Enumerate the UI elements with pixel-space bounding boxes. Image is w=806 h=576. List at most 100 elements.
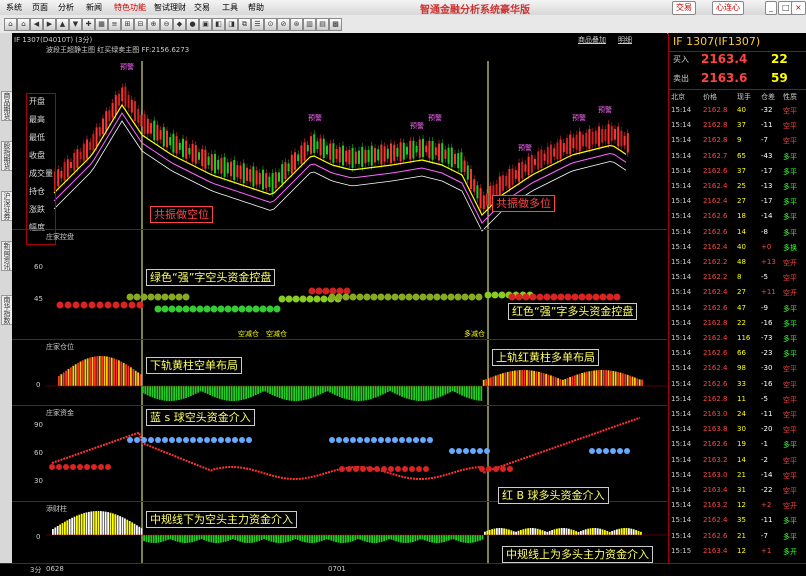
tick-cell: +2 xyxy=(761,501,772,510)
toolbar-icon[interactable]: ⌂ xyxy=(4,18,17,31)
buy-price: 2163.4 xyxy=(701,52,748,66)
toolbar-icon[interactable]: ◨ xyxy=(225,18,238,31)
tick-cell: +0 xyxy=(761,242,772,251)
y-label: 45 xyxy=(34,295,43,303)
toolbar-icon[interactable]: ▩ xyxy=(329,18,342,31)
annotation-red-b-ball: 红 B 球多头资金介入 xyxy=(498,487,609,504)
menu-item[interactable]: 系统 xyxy=(6,2,22,13)
toolbar-icon[interactable]: ◀ xyxy=(30,18,43,31)
close-icon[interactable]: × xyxy=(791,1,806,15)
toolbar-icon[interactable]: ⌂ xyxy=(17,18,30,31)
tick-cell: 27 xyxy=(737,197,746,206)
tick-cell: -11 xyxy=(761,410,773,418)
date-label: 0628 xyxy=(46,565,64,573)
toolbar-icon[interactable]: ⊙ xyxy=(264,18,277,31)
tick-row: 15:14 2162.2 48 +13 空开 xyxy=(669,256,806,269)
buy-label: 买入 xyxy=(673,55,689,64)
tick-row: 15:14 2162.6 18 -14 多平 xyxy=(669,210,806,223)
toolbar-icon[interactable]: ⧉ xyxy=(238,18,251,31)
multi-reduce-label: 多减仓 xyxy=(464,330,485,338)
panel-bars-title: 添财柱 xyxy=(46,505,67,513)
tick-cell: 2163.0 xyxy=(703,410,728,418)
menu-item[interactable]: 分析 xyxy=(58,2,74,13)
tick-cell: 116 xyxy=(737,334,751,342)
heart-button[interactable]: 心连心 xyxy=(712,1,744,15)
toolbar-icon[interactable]: ▣ xyxy=(199,18,212,31)
tick-header-cell: 性质 xyxy=(783,93,797,101)
tick-cell: -5 xyxy=(761,273,768,282)
tick-row: 15:14 2162.6 21 -7 多平 xyxy=(669,530,806,543)
minimize-icon[interactable]: _ xyxy=(765,1,777,15)
toolbar-icon[interactable]: ⊞ xyxy=(121,18,134,31)
toolbar-icon[interactable]: ▦ xyxy=(95,18,108,31)
tick-cell: 31 xyxy=(737,486,746,494)
tick-cell: 48 xyxy=(737,258,746,266)
toolbar-icon[interactable]: ✚ xyxy=(82,18,95,31)
tick-cell: 多平 xyxy=(783,183,797,191)
tick-cell: 多平 xyxy=(783,167,797,176)
tick-cell: 15:14 xyxy=(671,227,692,236)
menu-item[interactable]: 交易 xyxy=(194,2,210,13)
toolbar-icon[interactable]: ▥ xyxy=(303,18,316,31)
toolbar-icon[interactable]: ◧ xyxy=(212,18,225,31)
toolbar-icon[interactable]: ⊘ xyxy=(277,18,290,31)
tick-cell: 多换 xyxy=(783,243,797,252)
date-label: 0701 xyxy=(328,565,346,573)
tick-cell: 15:14 xyxy=(671,470,692,479)
tick-cell: 空平 xyxy=(783,395,797,404)
menu-item[interactable]: 页面 xyxy=(32,2,48,13)
tick-cell: 2162.4 xyxy=(703,242,728,251)
tick-cell: -14 xyxy=(761,470,773,479)
annotation-red-strong: 红色“强”字多头资金控盘 xyxy=(508,303,638,320)
tick-cell: 2163.8 xyxy=(703,425,728,434)
toolbar-icon[interactable]: ☰ xyxy=(251,18,264,31)
menu-item[interactable]: 工具 xyxy=(222,2,238,13)
tick-header-cell: 仓差 xyxy=(761,93,775,101)
bottom-bar: 3分 0628 0701 xyxy=(0,563,806,576)
toolbar-icon[interactable]: ● xyxy=(186,18,199,31)
tick-cell: -8 xyxy=(761,227,768,236)
toolbar-icon[interactable]: ⊛ xyxy=(290,18,303,31)
panel-position-title: 庄家仓位 xyxy=(46,343,74,351)
stat-label: 收盘 xyxy=(29,151,45,160)
tick-cell: 空平 xyxy=(783,107,797,115)
toolbar-icon[interactable]: ◆ xyxy=(173,18,186,31)
tick-cell: -16 xyxy=(761,379,773,388)
tick-cell: 2162.6 xyxy=(703,531,728,540)
trade-button[interactable]: 交易 xyxy=(672,1,696,15)
toolbar-icon[interactable]: ⊖ xyxy=(160,18,173,31)
toolbar-icon[interactable]: ⊟ xyxy=(134,18,147,31)
panel-funds-title: 庄家资金 xyxy=(46,409,74,417)
tick-row: 15:14 2162.4 116 -73 多平 xyxy=(669,332,806,345)
tick-cell: 15:14 xyxy=(671,288,692,297)
sell-label: 卖出 xyxy=(673,74,689,83)
tick-cell: 15:14 xyxy=(671,258,692,266)
toolbar-icon[interactable]: ⊕ xyxy=(147,18,160,31)
tick-row: 15:14 2162.8 40 -32 空平 xyxy=(669,104,806,117)
menu-item[interactable]: 新闻 xyxy=(86,2,102,13)
tick-cell: 多平 xyxy=(783,228,797,237)
toolbar-icon[interactable]: ≡ xyxy=(108,18,121,31)
menu-item[interactable]: 智试理财 xyxy=(154,2,186,13)
stat-label: 涨跌 xyxy=(29,205,45,214)
tick-cell: 33 xyxy=(737,379,746,388)
tick-cell: 2163.4 xyxy=(703,546,728,555)
toolbar-icon[interactable]: ▼ xyxy=(69,18,82,31)
warning-marker: 预警 xyxy=(428,114,442,122)
tick-cell: 多平 xyxy=(783,152,797,161)
warning-marker: 预警 xyxy=(518,144,532,152)
toolbar-icon[interactable]: ▶ xyxy=(43,18,56,31)
tick-header-cell: 价格 xyxy=(703,93,717,101)
toolbar-icon[interactable]: ▲ xyxy=(56,18,69,31)
y-label: 60 xyxy=(34,263,43,271)
tick-row: 15:14 2162.4 27 +11 空开 xyxy=(669,286,806,299)
y-label: 0 xyxy=(36,533,41,541)
toolbar-icon[interactable]: ▤ xyxy=(316,18,329,31)
warning-marker: 预警 xyxy=(120,63,134,71)
tick-cell: 27 xyxy=(737,288,746,297)
tick-row: 15:14 2162.6 66 -23 多平 xyxy=(669,347,806,360)
tick-cell: 多平 xyxy=(783,319,797,328)
tick-row: 15:14 2162.6 19 -1 多平 xyxy=(669,438,806,451)
menu-item[interactable]: 帮助 xyxy=(248,2,264,13)
menu-item[interactable]: 特色功能 xyxy=(114,2,146,13)
